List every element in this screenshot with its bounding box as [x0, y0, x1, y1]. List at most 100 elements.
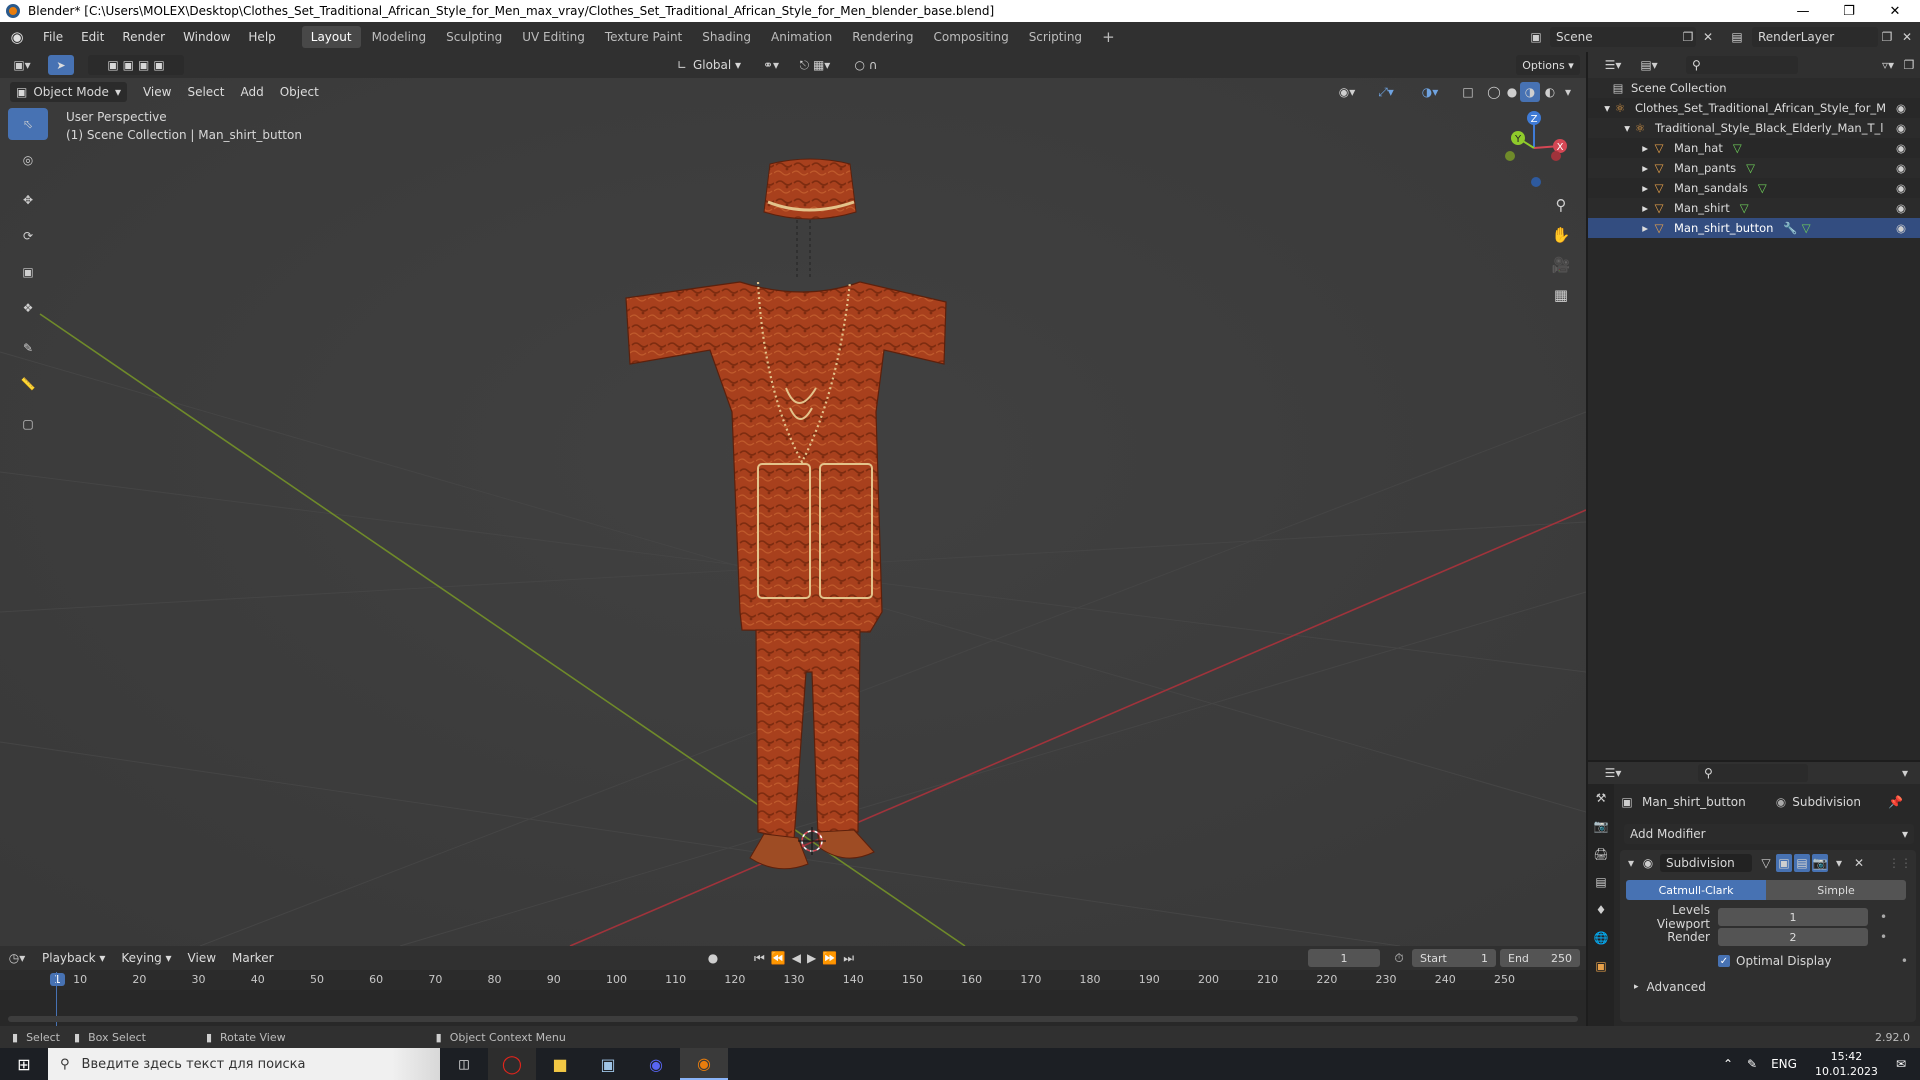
restore-icon[interactable]: ❐: [1826, 0, 1872, 22]
taskbar-file-explorer[interactable]: ■: [536, 1048, 584, 1080]
render-tab-icon[interactable]: 📷: [1588, 812, 1614, 840]
playback-controls[interactable]: ⏮ ⏪ ◀ ▶ ⏩ ⏭: [752, 949, 862, 967]
visibility-icon[interactable]: ◉▾: [1332, 82, 1362, 102]
keyframe-dot-icon[interactable]: •: [1901, 954, 1908, 968]
viewport-menu-view[interactable]: View: [135, 85, 179, 99]
workspace-tab-animation[interactable]: Animation: [762, 26, 841, 48]
pen-icon[interactable]: ✎: [1747, 1057, 1757, 1071]
workspace-tab-texture-paint[interactable]: Texture Paint: [596, 26, 691, 48]
view-layer-icon[interactable]: ▤: [1726, 28, 1748, 46]
visibility-eye-icon[interactable]: ◉: [1896, 201, 1906, 215]
levels-viewport-field[interactable]: 1: [1718, 908, 1868, 926]
menu-help[interactable]: Help: [239, 22, 284, 52]
optimal-display-checkbox[interactable]: ✓: [1718, 955, 1730, 967]
advanced-subpanel-header[interactable]: ▸ Advanced: [1634, 978, 1904, 996]
outliner-row-clothes-set[interactable]: ▾ ⚛ Clothes_Set_Traditional_African_Style…: [1588, 98, 1920, 118]
transform-orientation-icon[interactable]: ∟: [672, 55, 692, 75]
snap-icon[interactable]: ⎋ ▦▾: [790, 55, 840, 75]
chevron-right-icon[interactable]: ▸: [1588, 201, 1648, 215]
gizmo-toggle-icon[interactable]: ⤢▾: [1368, 82, 1404, 102]
scene-tab-icon[interactable]: ♦: [1588, 896, 1614, 924]
chevron-down-icon[interactable]: ▾: [1588, 121, 1630, 135]
pivot-point-icon[interactable]: ⚭▾: [758, 55, 784, 75]
mesh-data-icon[interactable]: ▽: [1746, 161, 1755, 175]
world-tab-icon[interactable]: 🌐: [1588, 924, 1614, 952]
workspace-tab-shading[interactable]: Shading: [693, 26, 760, 48]
editor-type-icon[interactable]: ▣▾: [8, 55, 36, 75]
select-invert-icon[interactable]: ▣: [153, 58, 164, 72]
tool-tab-icon[interactable]: ⚒: [1588, 784, 1614, 812]
chevron-right-icon[interactable]: ▸: [1588, 141, 1648, 155]
transform-tool[interactable]: ❖: [8, 292, 48, 324]
language-indicator[interactable]: ENG: [1771, 1057, 1797, 1071]
minimize-icon[interactable]: —: [1780, 0, 1826, 22]
modifier-wrench-icon[interactable]: 🔧: [1783, 221, 1797, 235]
jump-end-icon[interactable]: ⏭: [843, 951, 860, 966]
select-box-tool[interactable]: ⬁: [8, 108, 48, 140]
menu-window[interactable]: Window: [174, 22, 239, 52]
chevron-right-icon[interactable]: ▸: [1588, 221, 1648, 235]
workspace-tab-rendering[interactable]: Rendering: [843, 26, 922, 48]
camera-view-icon[interactable]: 🎥: [1548, 252, 1574, 278]
close-window-icon[interactable]: ✕: [1872, 0, 1918, 22]
xray-toggle-icon[interactable]: □: [1458, 82, 1478, 102]
keyframe-dot-icon[interactable]: •: [1880, 910, 1887, 924]
rotate-tool[interactable]: ⟳: [8, 220, 48, 252]
selection-mode-buttons[interactable]: ▣ ▣ ▣ ▣: [88, 55, 184, 75]
mesh-data-icon[interactable]: ▽: [1802, 221, 1811, 235]
pan-hand-icon[interactable]: ✋: [1548, 222, 1574, 248]
simple-button[interactable]: Simple: [1766, 880, 1906, 900]
measure-tool[interactable]: 📏: [8, 368, 48, 400]
menu-file[interactable]: File: [34, 22, 72, 52]
workspace-tab-uv-editing[interactable]: UV Editing: [513, 26, 594, 48]
scene-selector[interactable]: Scene: [1550, 27, 1696, 47]
workspace-tab-layout[interactable]: Layout: [301, 26, 361, 48]
shading-options-icon[interactable]: ▾: [1560, 82, 1576, 102]
blender-menu-icon[interactable]: ◉: [0, 28, 34, 46]
timeline-menu-keying[interactable]: Keying ▾: [113, 951, 179, 965]
clock[interactable]: 15:42 10.01.2023: [1815, 1049, 1878, 1079]
display-mode-icon[interactable]: ▤▾: [1634, 56, 1664, 74]
move-tool[interactable]: ✥: [8, 184, 48, 216]
chevron-right-icon[interactable]: ▸: [1588, 181, 1648, 195]
viewport-menu-select[interactable]: Select: [179, 85, 232, 99]
stopwatch-icon[interactable]: ⏱: [1390, 949, 1408, 967]
jump-start-icon[interactable]: ⏮: [754, 951, 771, 966]
chevron-down-icon[interactable]: ▾: [1832, 854, 1846, 872]
view-layer-selector[interactable]: RenderLayer: [1752, 27, 1878, 47]
timeline-menu-playback[interactable]: Playback ▾: [34, 951, 113, 965]
close-icon[interactable]: ✕: [1852, 854, 1866, 872]
timeline-menu-view[interactable]: View: [180, 951, 224, 965]
outliner-search-input[interactable]: ⚲: [1686, 56, 1798, 74]
mesh-data-icon[interactable]: ▽: [1740, 201, 1749, 215]
scale-tool[interactable]: ▣: [8, 256, 48, 288]
record-icon[interactable]: ●: [704, 949, 722, 967]
properties-editor-type-icon[interactable]: ☰▾: [1598, 764, 1628, 782]
zoom-icon[interactable]: ⚲: [1548, 192, 1574, 218]
render-levels-field[interactable]: 2: [1718, 928, 1868, 946]
taskbar-discord[interactable]: ◉: [632, 1048, 680, 1080]
taskbar-app[interactable]: ▣: [584, 1048, 632, 1080]
visibility-eye-icon[interactable]: ◉: [1896, 121, 1906, 135]
timeline-menu-marker[interactable]: Marker: [224, 951, 281, 965]
edit-mode-toggle-icon[interactable]: ▽: [1758, 854, 1774, 872]
mode-selector[interactable]: ▣ Object Mode ▾: [10, 82, 127, 102]
menu-edit[interactable]: Edit: [72, 22, 113, 52]
visibility-eye-icon[interactable]: ◉: [1896, 181, 1906, 195]
visibility-eye-icon[interactable]: ◉: [1896, 141, 1906, 155]
material-preview-shading-icon[interactable]: ◑: [1520, 82, 1540, 102]
output-tab-icon[interactable]: 🖨: [1588, 840, 1614, 868]
modifier-name-field[interactable]: Subdivision: [1660, 854, 1752, 872]
proportional-editing-icon[interactable]: ○ ∩: [846, 55, 886, 75]
visibility-eye-icon[interactable]: ◉: [1896, 221, 1906, 235]
viewport-display-toggle-icon[interactable]: ▤: [1794, 854, 1810, 872]
options-dropdown[interactable]: Options ▾: [1516, 55, 1580, 75]
pin-icon[interactable]: 📌: [1888, 795, 1903, 809]
visibility-eye-icon[interactable]: ◉: [1896, 161, 1906, 175]
transform-orientation-dropdown[interactable]: Global ▾: [690, 55, 744, 75]
start-button[interactable]: ⊞: [0, 1048, 48, 1080]
drag-handle-icon[interactable]: ⋮⋮: [1888, 854, 1912, 872]
object-tab-icon[interactable]: ▣: [1588, 952, 1614, 980]
cage-toggle-icon[interactable]: ▣: [1776, 854, 1792, 872]
taskbar-search-box[interactable]: ⚲ Введите здесь текст для поиска: [48, 1048, 392, 1080]
